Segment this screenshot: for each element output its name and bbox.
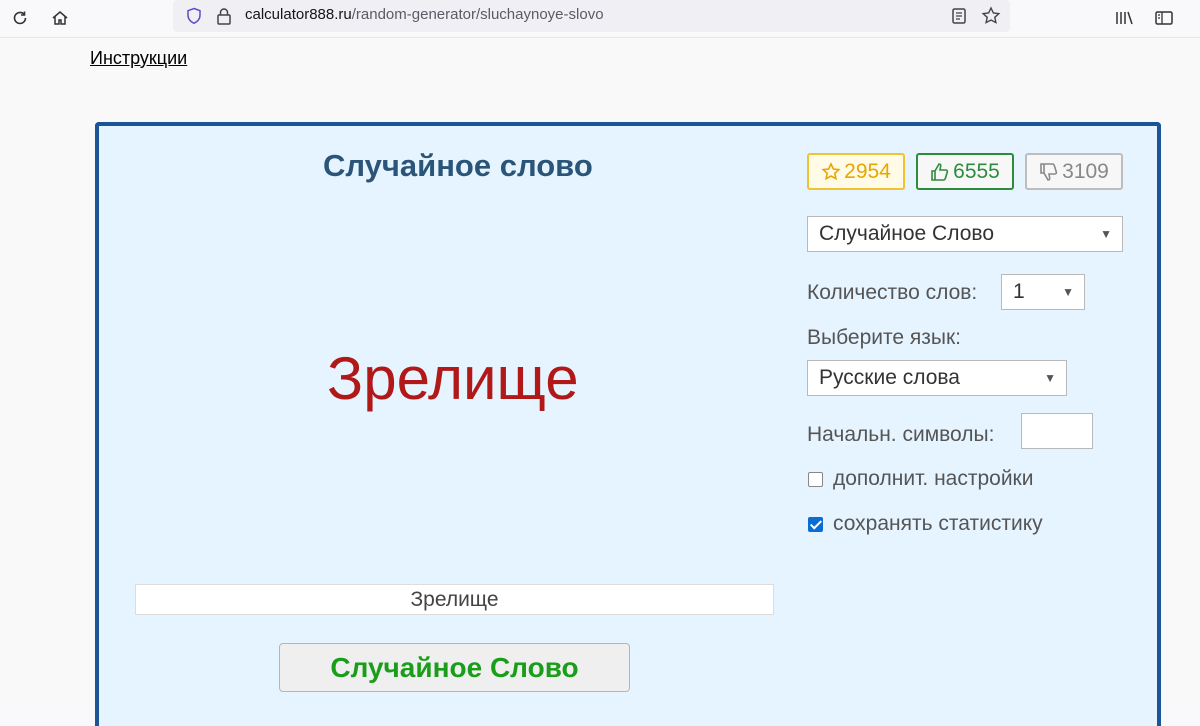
library-icon[interactable] — [1110, 4, 1138, 32]
language-select[interactable]: Русские слова ▼ — [807, 360, 1067, 396]
favorites-button[interactable]: 2954 — [807, 153, 905, 190]
url-host: calculator888.ru — [245, 6, 352, 23]
like-button[interactable]: 6555 — [916, 153, 1014, 190]
generator-type-value: Случайное Слово — [819, 222, 994, 245]
generator-type-select[interactable]: Случайное Слово ▼ — [807, 216, 1123, 252]
bookmark-star-icon[interactable] — [981, 6, 1001, 30]
lock-icon[interactable] — [216, 7, 232, 29]
result-field[interactable]: Зрелище — [135, 584, 774, 615]
generate-button[interactable]: Случайное Слово — [279, 643, 630, 692]
save-stats-label[interactable]: сохранять статистику — [833, 512, 1043, 536]
shield-icon[interactable] — [185, 7, 203, 29]
star-icon — [821, 161, 841, 180]
save-stats-checkbox[interactable] — [808, 517, 823, 532]
page-content: Инструкции Случайное слово 2954 6555 310… — [0, 37, 1200, 726]
dislikes-count: 3109 — [1062, 159, 1109, 183]
dropdown-arrow-icon: ▼ — [1100, 227, 1112, 241]
start-chars-input[interactable] — [1021, 413, 1093, 449]
generator-panel: Случайное слово 2954 6555 3109 Случайное… — [95, 122, 1161, 726]
thumbs-down-icon — [1040, 162, 1058, 181]
word-count-value: 1 — [1013, 280, 1025, 303]
instructions-link[interactable]: Инструкции — [90, 48, 187, 69]
start-chars-label: Начальн. символы: — [807, 423, 995, 446]
extra-settings-label[interactable]: дополнит. настройки — [833, 467, 1033, 491]
reader-view-icon[interactable] — [951, 7, 967, 29]
home-icon[interactable] — [46, 4, 74, 32]
reload-icon[interactable] — [6, 4, 34, 32]
sidebar-icon[interactable] — [1150, 4, 1178, 32]
language-value: Русские слова — [819, 366, 960, 389]
generator-title: Случайное слово — [323, 148, 593, 183]
favorites-count: 2954 — [844, 159, 891, 183]
browser-toolbar: calculator888.ru/random-generator/slucha… — [0, 0, 1200, 36]
word-count-label: Количество слов: — [807, 281, 978, 304]
dislike-button[interactable]: 3109 — [1025, 153, 1123, 190]
dropdown-arrow-icon: ▼ — [1062, 285, 1074, 299]
url-path: /random-generator/sluchaynoye-slovo — [351, 6, 604, 23]
address-bar[interactable]: calculator888.ru/random-generator/slucha… — [173, 0, 1010, 32]
url-text[interactable]: calculator888.ru/random-generator/slucha… — [245, 6, 604, 23]
language-label: Выберите язык: — [807, 326, 961, 349]
dropdown-arrow-icon: ▼ — [1044, 371, 1056, 385]
word-count-select[interactable]: 1 ▼ — [1001, 274, 1085, 310]
generated-word: Зрелище — [327, 345, 579, 412]
thumbs-up-icon — [931, 162, 949, 181]
likes-count: 6555 — [953, 159, 1000, 183]
extra-settings-checkbox[interactable] — [808, 472, 823, 487]
